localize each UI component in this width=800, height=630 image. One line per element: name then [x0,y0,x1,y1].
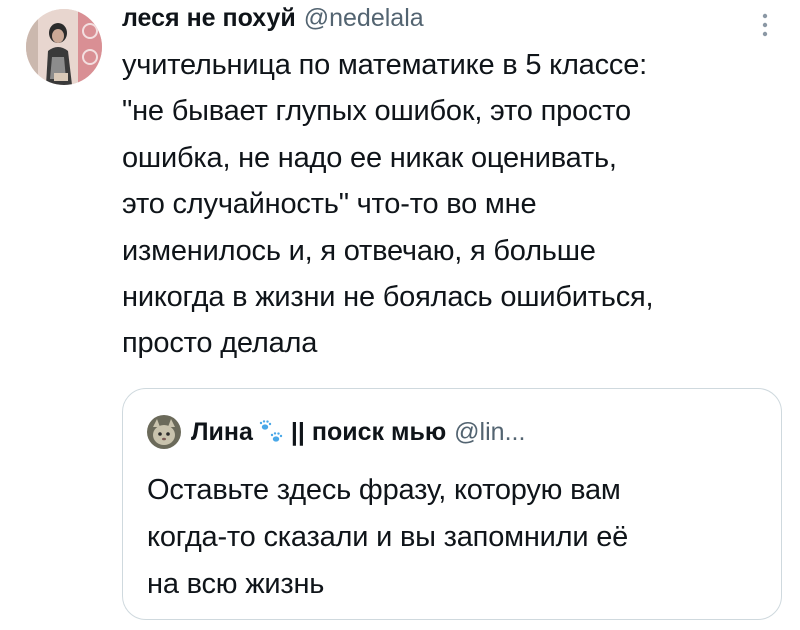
profile-photo-icon [147,415,181,449]
tweet-text: учительница по математике в 5 классе: "н… [122,49,654,360]
tweet-avatar[interactable] [26,9,102,85]
author-handle[interactable]: @nedelala [304,4,424,33]
quoted-author-name-suffix: || поиск мью [290,417,447,446]
quoted-tweet-text: Оставьте здесь фразу, которую вам когда-… [147,474,629,600]
paw-prints-icon [255,418,285,446]
quoted-tweet-header: Лина || поиск мью @lin... [147,415,525,449]
quoted-author-handle: @lin... [454,417,526,446]
more-vertical-icon[interactable] [758,10,772,40]
quoted-author-display-name: Лина [191,417,253,446]
tweet: леся не похуй @nedelala учительница по м… [0,0,800,630]
profile-photo-icon [26,9,102,85]
quoted-tweet[interactable]: Лина || поиск мью @lin... Оставьте здесь… [122,388,782,620]
tweet-header: леся не похуй @nedelala [122,4,424,40]
quoted-tweet-avatar [147,415,181,449]
author-display-name[interactable]: леся не похуй [122,4,296,33]
